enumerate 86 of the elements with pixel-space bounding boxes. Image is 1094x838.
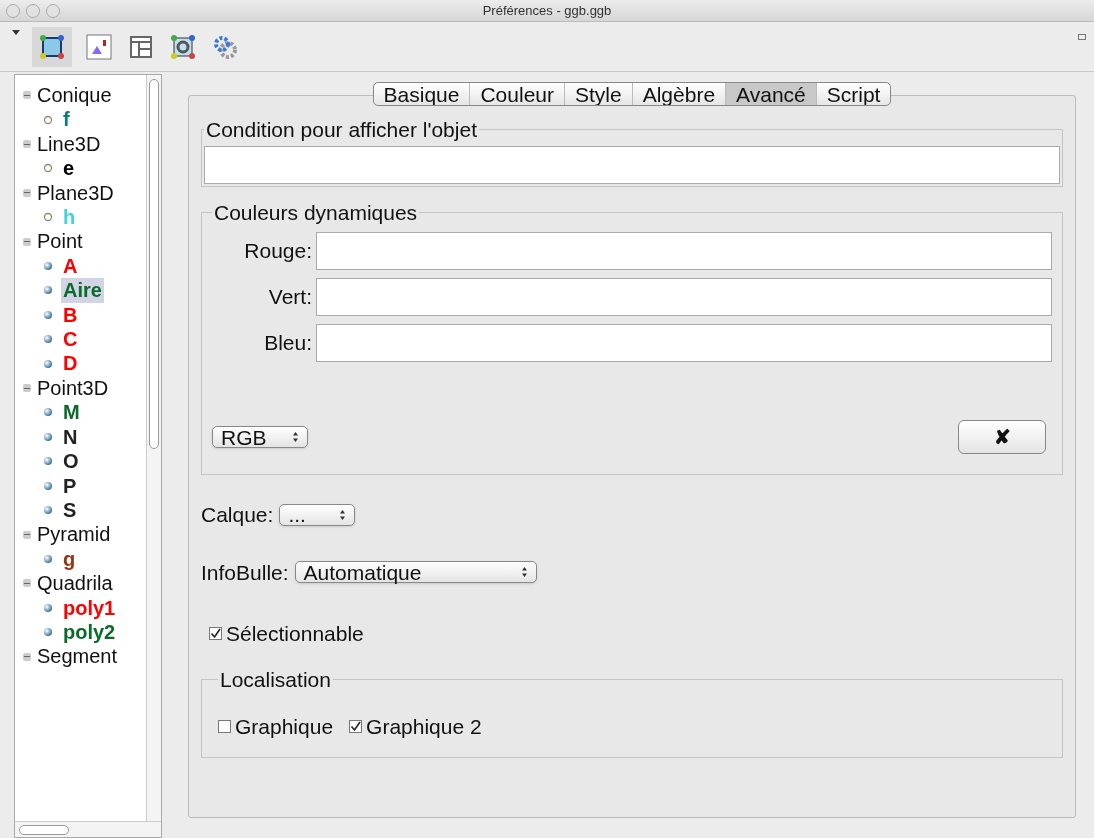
check-icon [210,628,221,640]
clear-button[interactable]: ✘ [958,420,1046,454]
stepper-icon [292,431,299,443]
field-label: Calque: [201,502,274,528]
tab[interactable]: Avancé [725,83,816,105]
sphere-icon [43,261,53,272]
sphere-icon [43,407,53,418]
sphere-icon [43,627,53,638]
group-title: Localisation [219,666,332,693]
sphere-icon [43,309,53,320]
group-title: Condition pour afficher l'objet [205,117,478,143]
restore-icon[interactable] [1078,34,1086,40]
tree-item[interactable]: P [61,473,79,498]
color-expression-field[interactable] [316,278,1052,316]
layout-icon [129,34,153,59]
tab[interactable]: Style [564,83,632,105]
color-expression-field[interactable] [316,324,1052,362]
gears-icon [212,33,238,60]
field-label: Bleu: [263,330,312,357]
tree-category[interactable]: Quadrila [37,571,113,596]
graphics-toolbar-button[interactable] [32,26,72,67]
tooltip-dropdown[interactable]: Automatique [294,561,537,584]
stepper-icon [520,566,528,579]
collapse-icon[interactable] [23,652,31,661]
circle-icon [43,212,53,223]
collapse-icon[interactable] [23,237,31,246]
sphere-icon [43,431,53,442]
tab[interactable]: Basique [373,83,470,105]
checkbox[interactable]: Graphique [218,711,334,743]
check-icon [350,721,362,733]
tree-item[interactable]: g [61,546,78,572]
square-with-points-icon [39,33,65,60]
field-label: Rouge: [243,238,312,265]
tree-category[interactable]: Pyramid [37,522,111,547]
tree-item[interactable]: S [61,497,79,523]
collapse-icon[interactable] [23,91,31,100]
collapse-icon[interactable] [23,188,31,197]
sphere-icon [43,358,53,369]
sphere-icon [43,456,53,467]
collapse-icon[interactable] [23,579,31,588]
field-label: InfoBulle: [201,559,289,586]
sphere-icon [43,334,53,345]
tree-category[interactable]: Segment [37,644,118,669]
sphere-icon [43,480,53,491]
tree-item[interactable]: e [61,156,77,181]
circle-icon [43,114,53,125]
tree-category[interactable]: Point [37,229,83,254]
algebra-toolbar-button[interactable] [84,31,114,62]
tree-item[interactable]: D [61,351,80,376]
collapse-icon[interactable] [23,384,31,393]
tree-item[interactable]: N [61,424,80,450]
tree-category[interactable]: Point3D [37,375,109,401]
stepper-icon [339,508,347,521]
sphere-icon [43,553,53,564]
circle-icon [43,163,53,174]
group-title: Couleurs dynamiques [213,199,419,226]
tree-item[interactable]: Aire [61,278,104,303]
tree-item[interactable]: O [61,449,81,474]
tab[interactable]: Couleur [469,83,564,105]
tree-item[interactable]: poly1 [61,595,118,620]
tree-category[interactable]: Line3D [37,131,101,157]
tree-category[interactable]: Plane3D [37,180,114,206]
tree-item[interactable]: A [61,253,80,279]
checkbox[interactable]: Graphique 2 [349,711,482,743]
sphere-icon [43,602,53,613]
color-expression-field[interactable] [316,232,1052,270]
window-title: Préférences - ggb.ggb [482,1,612,20]
condition-field[interactable] [204,145,1060,184]
tree-item[interactable]: C [61,327,80,352]
checkbox[interactable]: Sélectionnable [209,618,1063,650]
field-label: Vert: [267,284,312,311]
tree-item[interactable]: f [61,107,72,132]
color-mode-dropdown[interactable]: RGB [212,426,308,448]
collapse-icon[interactable] [23,140,31,148]
tree-item[interactable]: M [61,400,82,425]
tree-item[interactable]: B [61,302,80,328]
collapse-icon[interactable] [23,530,31,539]
tree-category[interactable]: Conique [37,83,112,108]
horizontal-scrollbar[interactable] [15,821,161,837]
gear-square-icon [170,33,196,60]
sphere-icon [43,285,53,296]
dropdown-icon[interactable] [12,30,20,36]
layer-dropdown[interactable]: ... [279,503,356,526]
sphere-icon [43,505,53,516]
vertical-scrollbar[interactable] [146,75,161,821]
tree-item[interactable]: poly2 [61,619,118,645]
